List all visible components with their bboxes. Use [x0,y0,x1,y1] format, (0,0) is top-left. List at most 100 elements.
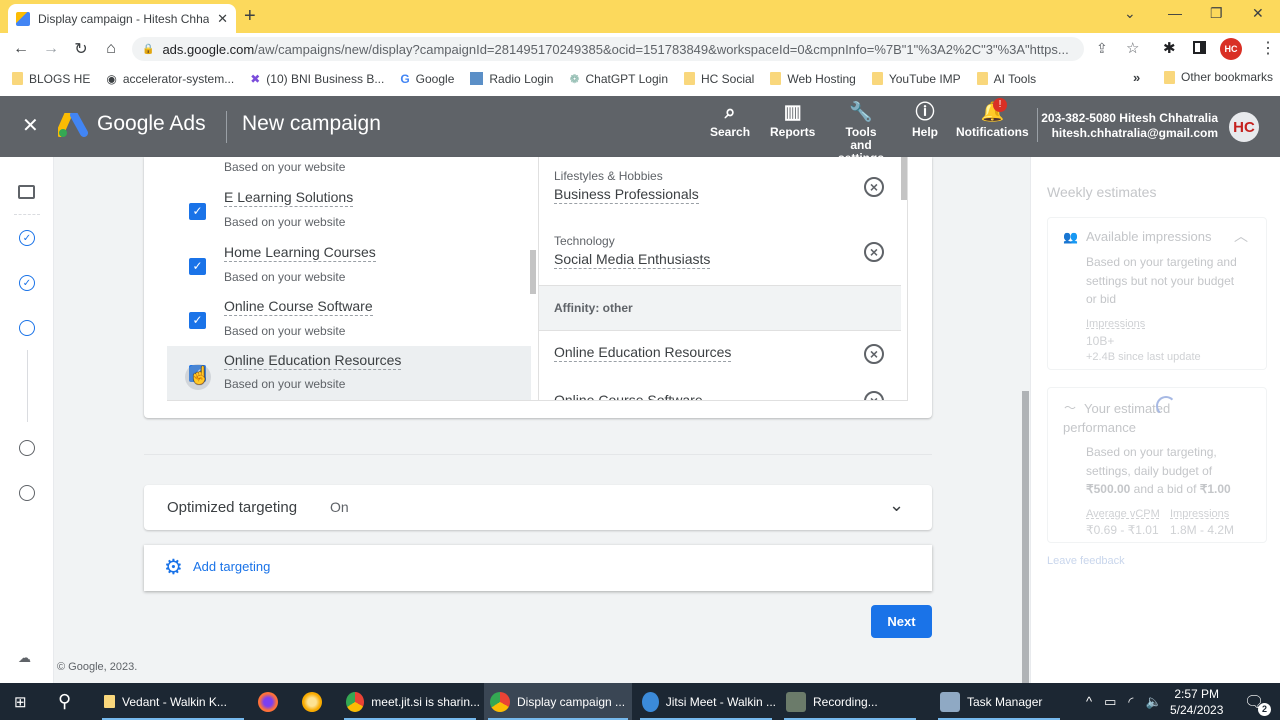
reload-icon[interactable]: ↻ [66,39,96,59]
chrome-icon [490,691,510,712]
stepper-divider [14,214,40,215]
bni-icon: ✖ [250,71,261,86]
bookmark-item[interactable]: G Google [400,72,454,86]
share-icon[interactable]: ⇪ [1096,40,1108,57]
step-complete-icon[interactable]: ✓ [19,275,35,291]
profile-avatar[interactable]: HC [1220,38,1242,60]
side-panel-icon[interactable] [1193,41,1206,54]
more-bookmarks-button[interactable]: » [1133,70,1140,85]
impressions-label: Impressions [1086,318,1146,330]
account-info[interactable]: 203-382-5080 Hitesh Chhatralia hitesh.ch… [1030,111,1218,141]
bookmark-item[interactable]: Web Hosting [770,72,856,86]
list-item[interactable]: ✓ E Learning Solutions Based on your web… [167,187,531,241]
browser-tab[interactable]: Display campaign - Hitesh Chhatralia ✕ [8,4,236,33]
taskbar-search-button[interactable]: ⚲ [52,683,77,720]
remove-icon[interactable]: × [864,344,884,364]
tools-settings-button[interactable]: 🔧 Tools and settings [834,102,888,165]
search-icon: ⚲ [58,691,72,711]
taskbar-chrome-canary[interactable] [296,683,336,720]
tray-expand-icon[interactable]: ^ [1086,694,1092,709]
next-button[interactable]: Next [871,605,932,638]
optimized-targeting-panel[interactable]: Optimized targeting On ⌄ [144,485,932,530]
bookmark-item[interactable]: YouTube IMP [871,72,961,86]
bookmark-item[interactable]: ❁ ChatGPT Login [569,72,668,86]
new-tab-button[interactable]: + [244,5,256,28]
list-item[interactable]: ✓ Home Learning Courses Based on your we… [167,242,531,296]
add-targeting-panel[interactable]: ⚙ Add targeting [144,545,932,591]
bookmark-item[interactable]: ◉ accelerator-system... [106,72,234,86]
bookmark-star-icon[interactable]: ☆ [1126,39,1139,57]
chrome-menu-icon[interactable]: ⋮ [1260,38,1276,58]
optimized-targeting-value: On [330,499,349,515]
stepper-line [27,350,28,422]
wifi-icon[interactable]: ◜ [1128,694,1133,710]
tab-close-icon[interactable]: ✕ [217,11,228,27]
start-button[interactable]: ⊞ [8,683,33,720]
step-pending-icon[interactable] [19,440,35,456]
remove-icon[interactable]: × [864,177,884,197]
audience-name: Home Learning Courses [224,244,376,262]
bookmark-item[interactable]: Radio Login [470,72,553,86]
volume-icon[interactable]: 🔈 [1145,694,1161,710]
help-icon: ⓘ [915,102,935,123]
taskbar-item[interactable]: Recording... [780,683,920,720]
page-scrollbar[interactable] [1022,391,1029,683]
account-avatar[interactable]: HC [1229,112,1259,142]
left-list-scrollbar[interactable] [530,250,536,294]
close-window-button[interactable]: ✕ [1252,5,1264,22]
audience-source: Based on your website [224,324,346,338]
add-targeting-link[interactable]: Add targeting [193,559,270,574]
step-current-icon[interactable] [19,320,35,336]
home-icon[interactable]: ⌂ [96,40,126,58]
forward-icon[interactable]: → [36,40,66,58]
weekly-estimates-title: Weekly estimates [1047,184,1157,200]
step-pending-icon[interactable] [19,485,35,501]
url-path: /aw/campaigns/new/display?campaignId=281… [254,41,1069,57]
restore-button[interactable]: ❐ [1210,5,1223,22]
folder-icon [684,72,695,85]
search-button[interactable]: ⌕ Search [710,102,750,139]
action-center-button[interactable]: 🗨 [1238,683,1276,720]
taskbar-item[interactable]: Task Manager [934,683,1064,720]
list-border [167,400,908,401]
list-item[interactable]: ✓ Online Education Resources Based on yo… [167,346,531,400]
campaign-overview-icon[interactable] [18,185,35,199]
other-bookmarks[interactable]: Other bookmarks [1164,70,1273,84]
chevron-up-icon[interactable]: ︿ [1234,226,1248,246]
remove-icon[interactable]: × [864,242,884,262]
close-campaign-icon[interactable]: ✕ [22,113,39,138]
bookmark-item[interactable]: HC Social [684,72,754,86]
back-icon[interactable]: ← [6,40,36,58]
checkbox-checked[interactable]: ✓ [189,203,206,220]
avg-vcpm-label: Average vCPM [1086,508,1160,520]
chevron-down-icon[interactable]: ⌄ [889,495,904,516]
taskbar-item-active[interactable]: Display campaign ... [484,683,632,720]
help-button[interactable]: ⓘ Help [912,102,938,139]
bookmark-item[interactable]: AI Tools [976,72,1036,86]
taskbar-item[interactable]: meet.jit.si is sharin... [340,683,480,720]
google-ads-favicon-icon [16,11,30,26]
available-impressions-heading: Available impressions [1086,229,1212,244]
extensions-icon[interactable]: ✱ [1163,39,1176,57]
taskbar-item[interactable]: Jitsi Meet - Walkin ... [636,683,776,720]
bookmark-item[interactable]: BLOGS HE [12,72,90,86]
minimize-button[interactable]: — [1168,5,1182,21]
checkbox-checked[interactable]: ✓ [189,312,206,329]
taskbar-item[interactable]: Vedant - Walkin K... [98,683,248,720]
address-bar[interactable]: 🔒 ads.google.com /aw/campaigns/new/displ… [132,37,1084,61]
tab-search-icon[interactable]: ⌄ [1124,5,1136,22]
system-clock[interactable]: 2:57 PM 5/24/2023 [1170,686,1223,718]
folder-icon [976,72,988,85]
impressions-delta: +2.4B since last update [1086,351,1201,363]
notifications-button[interactable]: 🔔 Notifications [956,102,1029,139]
checkbox-checked[interactable]: ✓ [189,258,206,275]
taskbar-firefox[interactable] [252,683,292,720]
battery-icon[interactable]: ▭ [1104,694,1116,710]
selected-item: Technology Social Media Enthusiasts × [539,221,901,285]
list-item[interactable]: ✓ Online Course Software Based on your w… [167,296,531,350]
step-complete-icon[interactable]: ✓ [19,230,35,246]
leave-feedback-link[interactable]: Leave feedback [1047,555,1125,567]
reports-button[interactable]: ▥ Reports [770,102,815,139]
bookmark-item[interactable]: ✖ (10) BNI Business B... [250,72,384,86]
copyright: © Google, 2023. [57,661,138,673]
